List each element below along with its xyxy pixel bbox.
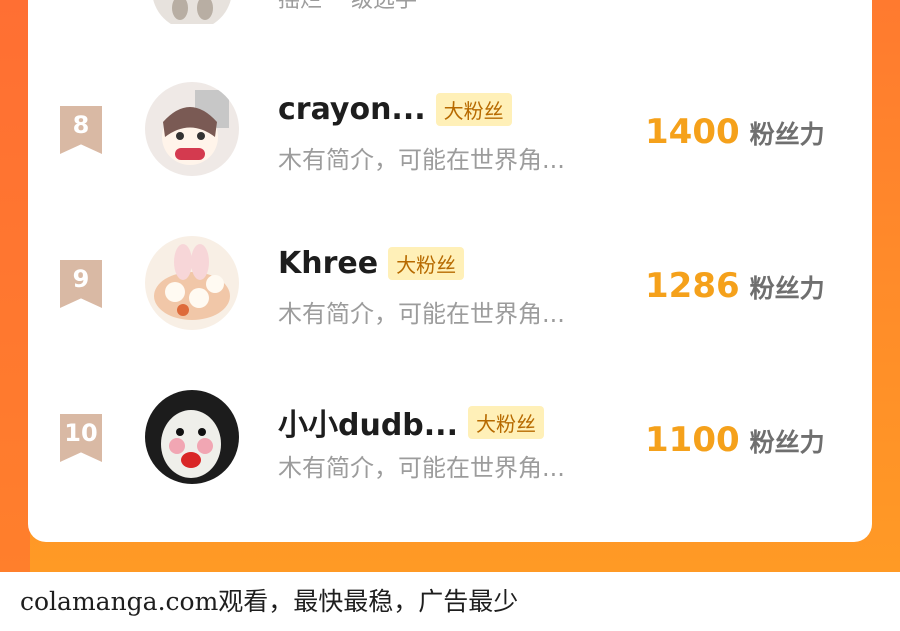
meme-face-avatar-icon [145, 390, 239, 484]
fan-badge: 大粉丝 [467, 405, 544, 439]
avatar[interactable] [145, 236, 239, 330]
fan-badge: 大粉丝 [388, 247, 465, 280]
rank-badge: 9 [60, 260, 102, 308]
table-row[interactable]: 9 Khree 大粉丝 木有简介，可能在世界角... 1286 粉丝力 [28, 236, 872, 346]
ranking-page: 摇烂 一级选手 8 crayon... 大粉丝 木有简介，可能在世界角... 1… [0, 0, 900, 572]
partial-avatar-icon [153, 0, 231, 24]
table-row[interactable]: 10 小小dudb... 大粉丝 木有简介，可能在世界角... 1100 粉丝力 [28, 390, 872, 500]
user-name[interactable]: 小小dudb... [278, 400, 458, 444]
avatar[interactable] [145, 82, 239, 176]
table-row[interactable]: 摇烂 一级选手 [28, 0, 872, 80]
user-name[interactable]: Khree [278, 246, 378, 281]
user-description: 木有简介，可能在世界角... [278, 146, 565, 174]
bunny-food-avatar-icon [145, 236, 239, 330]
rank-badge: 8 [60, 106, 102, 154]
fan-badge: 大粉丝 [435, 93, 512, 126]
fan-score-unit: 粉丝力 [749, 428, 825, 457]
watermark-text: colamanga.com观看，最快最稳，广告最少 [20, 587, 519, 616]
watermark-footer: colamanga.com观看，最快最稳，广告最少 [0, 572, 900, 631]
rank-badge: 10 [60, 414, 102, 462]
user-description: 木有简介，可能在世界角... [278, 300, 565, 328]
user-name[interactable]: crayon... [278, 92, 426, 127]
fan-score-unit: 粉丝力 [749, 120, 825, 149]
fan-score: 1286 [645, 266, 740, 306]
fan-score-unit: 粉丝力 [749, 274, 825, 303]
prev-row-text: 摇烂 一级选手 [278, 0, 417, 13]
table-row[interactable]: 8 crayon... 大粉丝 木有简介，可能在世界角... 1400 粉丝力 [28, 82, 872, 192]
avatar[interactable] [145, 390, 239, 484]
anime-girl-avatar-icon [145, 82, 239, 176]
ranking-card: 摇烂 一级选手 8 crayon... 大粉丝 木有简介，可能在世界角... 1… [28, 0, 872, 542]
user-description: 木有简介，可能在世界角... [278, 454, 565, 482]
avatar [145, 0, 239, 24]
fan-score: 1400 [645, 112, 740, 152]
fan-score: 1100 [645, 420, 740, 460]
